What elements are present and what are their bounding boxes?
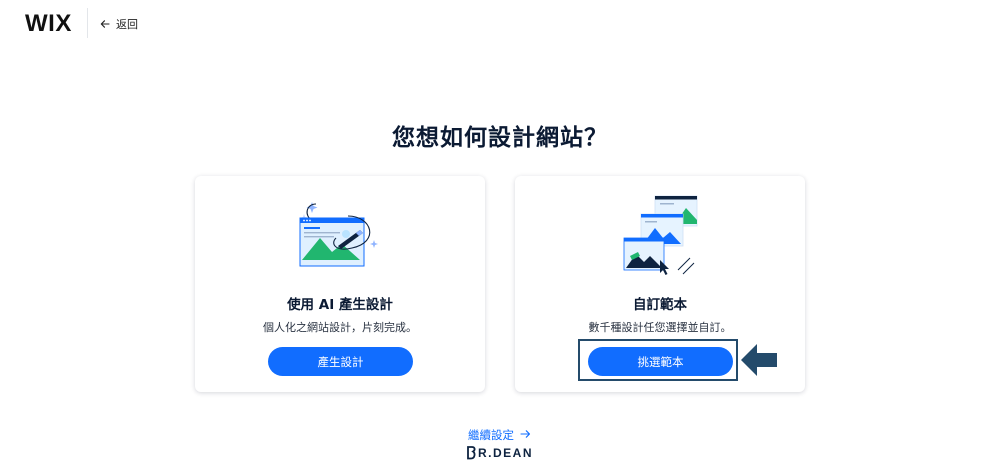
page-title: 您想如何設計網站？ bbox=[392, 125, 608, 151]
arrow-left-icon bbox=[100, 19, 110, 29]
generate-design-button[interactable]: 產生設計 bbox=[268, 347, 413, 376]
ai-card-title: 使用 AI 產生設計 bbox=[287, 297, 393, 313]
wix-logo[interactable]: WIX bbox=[25, 10, 72, 38]
ai-design-card[interactable]: 使用 AI 產生設計 個人化之網站設計，片刻完成。 產生設計 bbox=[195, 176, 485, 392]
template-illustration bbox=[623, 195, 698, 275]
watermark-text: R.DEAN bbox=[478, 446, 534, 460]
ai-card-description: 個人化之網站設計，片刻完成。 bbox=[263, 321, 417, 334]
template-card-title: 自訂範本 bbox=[633, 297, 687, 313]
pointer-arrow-icon bbox=[741, 344, 777, 376]
continue-setup-link[interactable]: 繼續設定 bbox=[468, 427, 531, 443]
highlight-box bbox=[578, 339, 738, 381]
header-divider bbox=[87, 8, 88, 38]
back-label: 返回 bbox=[116, 18, 138, 31]
back-button[interactable]: 返回 bbox=[100, 16, 138, 32]
watermark-logo-icon bbox=[467, 446, 476, 460]
continue-setup-label: 繼續設定 bbox=[468, 428, 514, 442]
watermark: R.DEAN bbox=[466, 446, 533, 460]
ai-design-illustration bbox=[299, 202, 378, 267]
template-card-description: 數千種設計任您選擇並自訂。 bbox=[588, 321, 732, 334]
top-bar: WIX 返回 bbox=[0, 0, 1000, 46]
arrow-right-icon bbox=[520, 428, 531, 442]
